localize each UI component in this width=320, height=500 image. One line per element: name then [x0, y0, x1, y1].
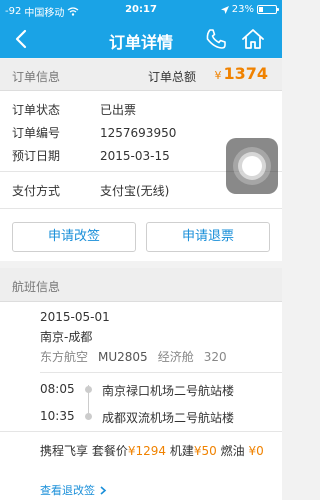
aircraft-type: 320	[203, 350, 227, 364]
order-total-label: 订单总额	[147, 70, 196, 84]
status-bar: -92 中国移动 20:17 23%	[0, 0, 282, 20]
row-value: 已出票	[100, 103, 137, 117]
row-value: 1257693950	[100, 126, 177, 140]
battery-icon	[257, 5, 279, 14]
fuel-price: ¥0	[248, 444, 264, 458]
flight-section-header: 航班信息	[0, 268, 282, 302]
row-key: 预订日期	[12, 149, 61, 163]
view-policy-link[interactable]: 查看退改签	[40, 482, 107, 498]
fuel-label: 燃油	[220, 444, 245, 458]
row-value: 支付宝(无线)	[100, 184, 170, 198]
flight-route: 南京-成都	[40, 330, 93, 344]
flight-meta: 东方航空 MU2805 经济舱 320	[40, 348, 237, 365]
row-key: 订单编号	[12, 126, 61, 140]
flight-info-block: 2015-05-01 南京-成都 东方航空 MU2805 经济舱 320 08:05 …	[0, 302, 282, 500]
order-total-value: 1374	[223, 64, 268, 83]
home-icon[interactable]	[240, 26, 266, 52]
chevron-right-icon	[99, 486, 106, 495]
order-section-label: 订单信息	[12, 70, 61, 84]
battery-fill	[259, 7, 263, 12]
phone-icon[interactable]	[204, 27, 228, 51]
location-arrow-icon	[220, 5, 229, 14]
timeline-dot	[85, 413, 92, 420]
arrive-time: 10:35	[40, 409, 75, 423]
divider	[0, 431, 282, 432]
package-price: ¥1294	[127, 444, 167, 458]
row-key: 支付方式	[12, 184, 61, 198]
row-value: 2015-03-15	[100, 149, 170, 163]
cabin-class: 经济舱	[157, 350, 194, 364]
flight-section-label: 航班信息	[12, 280, 61, 294]
package-label: 套餐价	[91, 444, 128, 458]
flight-number: MU2805	[98, 350, 148, 364]
price-product: 携程飞享	[40, 444, 89, 458]
apply-refund-button[interactable]: 申请退票	[146, 222, 270, 252]
apply-change-button[interactable]: 申请改签	[12, 222, 136, 252]
tax-label: 机建	[169, 444, 194, 458]
payment-method-row: 支付方式 支付宝(无线)	[12, 182, 169, 199]
order-number-row: 订单编号 1257693950	[12, 124, 176, 141]
assistive-touch-core	[242, 156, 262, 176]
battery-percent: 23%	[231, 4, 254, 15]
status-right: 23%	[220, 4, 279, 15]
arrive-airport: 成都双流机场二号航站楼	[102, 411, 235, 425]
booking-date-row: 预订日期 2015-03-15	[12, 147, 170, 164]
divider	[40, 372, 282, 373]
order-status-row: 订单状态 已出票	[12, 101, 136, 118]
flight-date: 2015-05-01	[40, 310, 110, 324]
depart-airport: 南京禄口机场二号航站楼	[102, 384, 235, 398]
price-line: 携程飞享 套餐价¥1294 机建¥50 燃油 ¥0	[40, 442, 276, 460]
order-total-amount: ¥1374	[214, 64, 268, 83]
policy-link-label: 查看退改签	[40, 484, 95, 497]
nav-bar: 订单详情	[0, 20, 282, 58]
currency-symbol: ¥	[214, 69, 222, 82]
assistive-touch-button[interactable]	[226, 138, 278, 194]
row-key: 订单状态	[12, 103, 61, 117]
tax-price: ¥50	[193, 444, 217, 458]
divider	[0, 208, 282, 209]
airline-name: 东方航空	[40, 350, 89, 364]
depart-time: 08:05	[40, 382, 75, 396]
order-section-header: 订单信息 订单总额 ¥1374	[0, 59, 282, 91]
